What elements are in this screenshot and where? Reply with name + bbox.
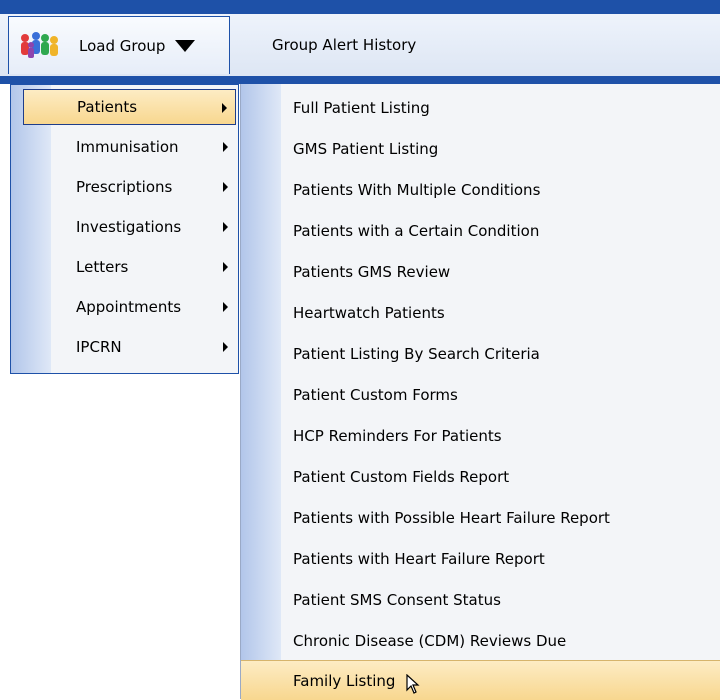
mouse-cursor-icon — [406, 674, 420, 694]
submenu-item-label: Patients with Heart Failure Report — [293, 550, 545, 568]
submenu-item-possible-heart-failure[interactable]: Patients with Possible Heart Failure Rep… — [241, 498, 720, 538]
submenu-arrow-icon — [223, 342, 228, 352]
menu-item-investigations[interactable]: Investigations — [23, 209, 236, 245]
submenu-item-gms-review[interactable]: Patients GMS Review — [241, 252, 720, 292]
submenu-item-label: Patient Listing By Search Criteria — [293, 345, 540, 363]
window-top-strip — [0, 0, 720, 14]
caret-down-icon — [175, 39, 196, 52]
submenu-item-custom-forms[interactable]: Patient Custom Forms — [241, 375, 720, 415]
submenu-item-sms-consent-status[interactable]: Patient SMS Consent Status — [241, 580, 720, 620]
submenu-item-label: Patient Custom Forms — [293, 386, 458, 404]
submenu-arrow-icon — [223, 182, 228, 192]
submenu-item-label: GMS Patient Listing — [293, 140, 439, 158]
menu-item-label: Investigations — [76, 218, 182, 236]
menu-item-patients[interactable]: Patients — [23, 89, 236, 125]
menu-item-label: IPCRN — [76, 338, 122, 356]
submenu-item-label: Patient Custom Fields Report — [293, 468, 510, 486]
submenu-item-label: Chronic Disease (CDM) Reviews Due — [293, 632, 567, 650]
menu-item-immunisation[interactable]: Immunisation — [23, 129, 236, 165]
load-group-label: Load Group — [79, 36, 166, 55]
submenu-arrow-icon — [223, 262, 228, 272]
submenu-item-label: Family Listing — [293, 671, 396, 690]
submenu-item-label: Patients With Multiple Conditions — [293, 181, 541, 199]
menu-bar-underline — [0, 76, 720, 84]
submenu-item-label: HCP Reminders For Patients — [293, 427, 502, 445]
group-alert-history-label: Group Alert History — [272, 36, 417, 54]
menu-item-label: Prescriptions — [76, 178, 173, 196]
submenu-item-gms-patient-listing[interactable]: GMS Patient Listing — [241, 129, 720, 169]
submenu-item-label: Full Patient Listing — [293, 99, 430, 117]
submenu-item-label: Patients GMS Review — [293, 263, 451, 281]
load-group-dropdown: Patients Immunisation Prescriptions Inve… — [10, 84, 239, 374]
group-alert-history-menu[interactable]: Group Alert History — [232, 16, 472, 74]
submenu-item-full-patient-listing[interactable]: Full Patient Listing — [241, 88, 720, 128]
load-group-menu[interactable]: Load Group — [8, 16, 230, 74]
submenu-arrow-icon — [223, 222, 228, 232]
menu-item-label: Appointments — [76, 298, 182, 316]
submenu-item-cdm-reviews-due[interactable]: Chronic Disease (CDM) Reviews Due — [241, 621, 720, 661]
menu-item-label: Letters — [76, 258, 129, 276]
submenu-arrow-icon — [223, 142, 228, 152]
menu-item-appointments[interactable]: Appointments — [23, 289, 236, 325]
submenu-item-heartwatch-patients[interactable]: Heartwatch Patients — [241, 293, 720, 333]
menu-item-prescriptions[interactable]: Prescriptions — [23, 169, 236, 205]
people-group-icon — [21, 31, 58, 58]
menu-item-label: Patients — [77, 98, 138, 116]
submenu-item-label: Patients with Possible Heart Failure Rep… — [293, 509, 610, 527]
submenu-item-label: Heartwatch Patients — [293, 304, 445, 322]
patients-submenu: Full Patient Listing GMS Patient Listing… — [240, 84, 720, 700]
submenu-arrow-icon — [222, 103, 227, 113]
submenu-item-label: Patients with a Certain Condition — [293, 222, 540, 240]
menu-item-letters[interactable]: Letters — [23, 249, 236, 285]
menu-item-label: Immunisation — [76, 138, 179, 156]
menu-bar: Load Group Group Alert History — [0, 14, 720, 77]
submenu-item-multiple-conditions[interactable]: Patients With Multiple Conditions — [241, 170, 720, 210]
submenu-item-heart-failure-report[interactable]: Patients with Heart Failure Report — [241, 539, 720, 579]
submenu-item-family-listing[interactable]: Family Listing — [241, 660, 720, 700]
submenu-arrow-icon — [223, 302, 228, 312]
submenu-item-label: Patient SMS Consent Status — [293, 591, 501, 609]
submenu-item-certain-condition[interactable]: Patients with a Certain Condition — [241, 211, 720, 251]
menu-item-ipcrn[interactable]: IPCRN — [23, 329, 236, 365]
submenu-item-custom-fields-report[interactable]: Patient Custom Fields Report — [241, 457, 720, 497]
submenu-item-search-criteria[interactable]: Patient Listing By Search Criteria — [241, 334, 720, 374]
submenu-item-hcp-reminders[interactable]: HCP Reminders For Patients — [241, 416, 720, 456]
